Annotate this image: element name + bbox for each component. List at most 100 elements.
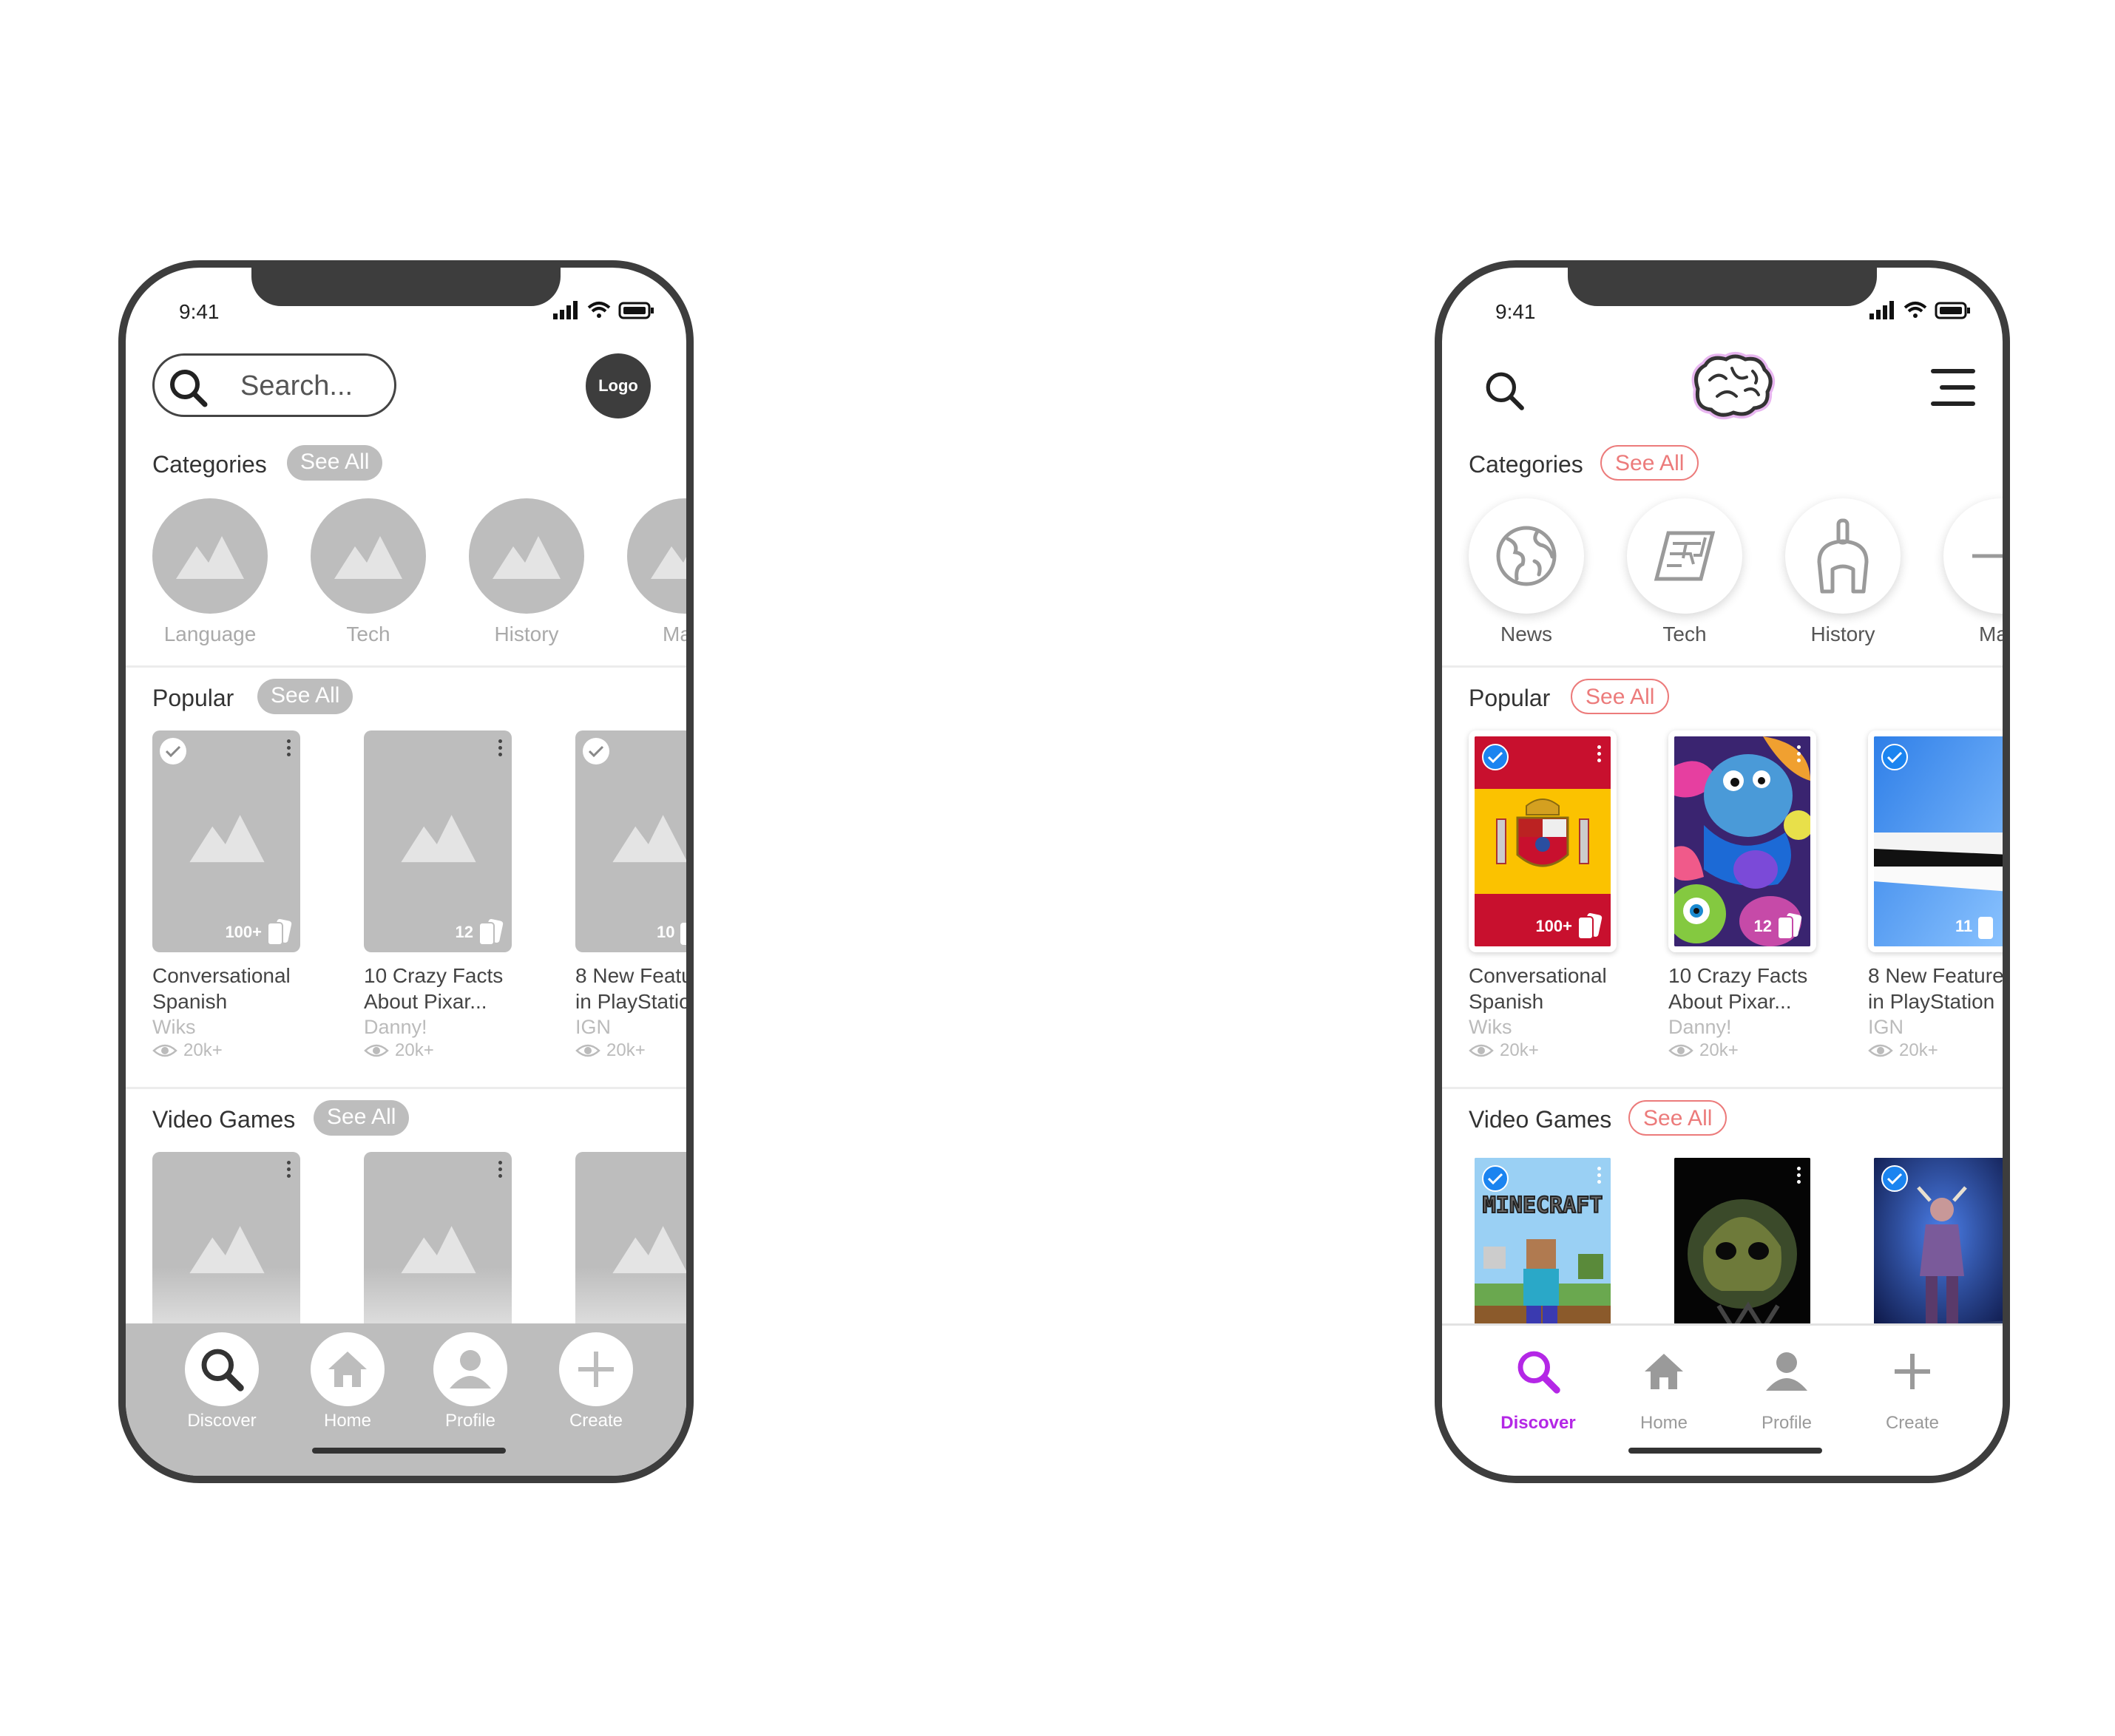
- check-icon: [1881, 1165, 1908, 1192]
- more-icon[interactable]: [1597, 1167, 1602, 1186]
- profile-icon: [1766, 1352, 1807, 1391]
- globe-icon: [1496, 526, 1557, 586]
- helmet-icon: [1817, 518, 1869, 594]
- eye-icon: [1469, 1044, 1494, 1057]
- tab-label: Discover: [187, 1411, 257, 1431]
- cards-icon: [478, 918, 504, 946]
- popular-see-all-button[interactable]: See All: [1571, 679, 1670, 714]
- battery-icon: [1935, 302, 1970, 319]
- plus-icon: [1895, 1354, 1930, 1389]
- menu-icon[interactable]: [1930, 367, 1976, 408]
- card-author: IGN: [1868, 1016, 1904, 1038]
- card-count: 12: [1754, 912, 1803, 940]
- popular-card[interactable]: 10 8 New Featu in PlayStatio IGN 20k+: [575, 730, 693, 1061]
- card-title: 8 New Featu in PlayStatio: [575, 964, 693, 1013]
- tab-label: Create: [569, 1411, 623, 1431]
- cards-icon: [1577, 912, 1603, 940]
- image-placeholder-icon: [189, 1226, 265, 1274]
- video-game-card[interactable]: [364, 1152, 512, 1344]
- wifi-icon: [1904, 302, 1927, 318]
- category-tech[interactable]: Tech: [1627, 498, 1742, 646]
- category-news[interactable]: News: [1469, 498, 1584, 646]
- search-input[interactable]: Search...: [152, 353, 396, 417]
- header: [1469, 350, 1976, 421]
- status-icons: [1869, 301, 1970, 319]
- popular-card[interactable]: 11 8 New Feature in PlayStation IGN 20k+: [1868, 730, 2003, 1061]
- card-title: 10 Crazy Facts About Pixar...: [1668, 964, 1808, 1013]
- video-games-see-all-button[interactable]: See All: [314, 1100, 410, 1136]
- categories-see-all-button[interactable]: See All: [1600, 445, 1699, 481]
- tab-label: Home: [323, 1411, 372, 1431]
- popular-card[interactable]: 100+ Conversational Spanish Wiks 20k+: [1469, 730, 1617, 1061]
- check-icon: [160, 738, 186, 764]
- home-icon: [328, 1352, 367, 1387]
- popular-card[interactable]: 12 10 Crazy Facts About Pixar... Danny! 2…: [364, 730, 512, 1061]
- wifi-icon: [587, 302, 611, 318]
- category-item[interactable]: Language: [152, 498, 268, 646]
- tab-home[interactable]: Home: [303, 1332, 392, 1431]
- home-indicator: [1628, 1448, 1822, 1454]
- tab-create[interactable]: Create: [1868, 1335, 1957, 1434]
- search-icon: [201, 1349, 244, 1391]
- image-placeholder-icon: [612, 1226, 686, 1274]
- card-views: 20k+: [575, 1040, 686, 1061]
- plus-icon: [578, 1352, 614, 1387]
- more-icon[interactable]: [1797, 745, 1801, 764]
- card-views: 20k+: [364, 1040, 512, 1061]
- popular-card[interactable]: 12 10 Crazy Facts About Pixar... Danny! 2…: [1668, 730, 1816, 1061]
- video-game-card[interactable]: [1868, 1152, 2003, 1344]
- more-icon[interactable]: [1597, 745, 1602, 764]
- card-views: 20k+: [1868, 1040, 2003, 1061]
- categories-see-all-button[interactable]: See All: [287, 445, 383, 481]
- tab-create[interactable]: Create: [552, 1332, 640, 1431]
- status-time: 9:41: [1495, 300, 1536, 323]
- card-views: 20k+: [1668, 1040, 1816, 1061]
- cards-icon: [1777, 912, 1802, 940]
- category-label: Language: [163, 623, 257, 645]
- category-label: Tech: [346, 623, 390, 645]
- category-history[interactable]: History: [1785, 498, 1901, 646]
- tab-label: Profile: [1761, 1413, 1813, 1433]
- tab-profile[interactable]: Profile: [1742, 1335, 1831, 1434]
- divider: [126, 665, 686, 668]
- popular-see-all-button[interactable]: See All: [257, 679, 353, 714]
- home-indicator: [312, 1448, 506, 1454]
- search-icon: [170, 370, 208, 407]
- minecraft-logo-text: MINECRAFT: [1483, 1193, 1603, 1218]
- card-views: 20k+: [1469, 1040, 1617, 1061]
- image-placeholder-icon: [334, 536, 402, 579]
- check-icon: [583, 738, 609, 764]
- categories-title: Categories: [152, 451, 267, 478]
- search-icon[interactable]: [1483, 370, 1526, 413]
- notch: [251, 268, 561, 306]
- video-game-card[interactable]: [152, 1152, 300, 1344]
- more-icon[interactable]: [498, 739, 503, 759]
- video-game-card[interactable]: MINECRAFT: [1469, 1152, 1617, 1344]
- more-icon[interactable]: [287, 739, 291, 759]
- card-count: 100+: [225, 918, 293, 946]
- eye-icon: [364, 1044, 389, 1057]
- video-games-see-all-button[interactable]: See All: [1628, 1100, 1727, 1136]
- popular-card[interactable]: 100+ Conversational Spanish Wiks 20k+: [152, 730, 300, 1061]
- more-icon[interactable]: [1797, 1167, 1801, 1186]
- video-game-card[interactable]: [575, 1152, 686, 1344]
- tab-home[interactable]: Home: [1620, 1335, 1708, 1434]
- hifi-phone: 9:41 Categories See All News Tech Histor…: [1435, 260, 2010, 1483]
- category-item[interactable]: History: [469, 498, 584, 646]
- more-icon[interactable]: [287, 1161, 291, 1180]
- tab-discover[interactable]: Discover: [1494, 1335, 1583, 1434]
- card-views: 20k+: [152, 1040, 300, 1061]
- tab-label: Profile: [444, 1411, 496, 1431]
- sliders-icon: [1972, 554, 2003, 558]
- popular-title: Popular: [1469, 685, 1551, 711]
- tab-discover[interactable]: Discover: [177, 1332, 266, 1431]
- more-icon[interactable]: [498, 1161, 503, 1180]
- divider: [1442, 665, 2003, 668]
- category-item[interactable]: Tech: [311, 498, 426, 646]
- tab-profile[interactable]: Profile: [426, 1332, 515, 1431]
- category-item[interactable]: Ma: [1943, 498, 2003, 646]
- profile-icon: [450, 1350, 491, 1389]
- video-game-card[interactable]: [1668, 1152, 1816, 1344]
- category-item[interactable]: Ma: [627, 498, 686, 646]
- status-icons: [553, 301, 654, 319]
